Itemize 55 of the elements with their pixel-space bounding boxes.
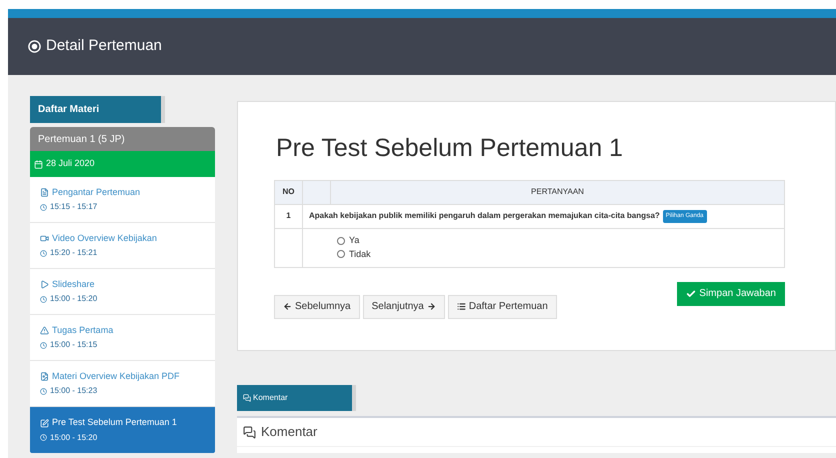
clock-icon <box>40 434 47 442</box>
quiz-title: Pre Test Sebelum Pertemuan 1 <box>275 133 624 164</box>
answer-option[interactable]: Ya <box>337 234 784 248</box>
item-title: Pre Test Sebelum Pertemuan 1 <box>52 416 177 430</box>
clock-icon <box>40 250 47 257</box>
nav-button[interactable]: Selanjutnya <box>362 294 445 318</box>
item-time: 15:00 - 15:23 <box>50 385 98 398</box>
list-icon <box>456 302 466 311</box>
video-icon <box>40 234 49 243</box>
target-icon <box>28 40 41 53</box>
clock-icon <box>40 204 47 211</box>
edit-icon <box>40 418 49 428</box>
item-time: 15:15 - 15:17 <box>50 201 98 214</box>
file-icon <box>40 372 49 381</box>
question-text: Apakah kebijakan publik memiliki pengaruh dalam pergerakan memajukan cita-cita bangsa? <box>309 210 660 222</box>
column-header: NO <box>274 180 302 204</box>
nav-button[interactable]: Daftar Pertemuan <box>448 294 557 318</box>
item-title: Slideshare <box>52 278 95 291</box>
radio-button[interactable] <box>337 236 345 245</box>
item-title: Tugas Pertama <box>52 324 114 337</box>
warning-icon <box>40 326 49 335</box>
arrow-left-icon <box>283 302 292 311</box>
item-time: 15:00 - 15:20 <box>50 432 98 444</box>
radio-button[interactable] <box>337 250 345 258</box>
clock-icon <box>40 388 47 395</box>
column-header: PERTANYAAN <box>330 180 784 204</box>
question-number: 1 <box>274 204 302 228</box>
item-time: 15:00 - 15:20 <box>50 293 98 306</box>
option-label: Ya <box>349 234 360 247</box>
section-header: Pertemuan 1 (5 JP) <box>30 127 215 151</box>
item-title: Materi Overview Kebijakan PDF <box>52 370 180 383</box>
document-icon <box>40 188 49 197</box>
check-icon <box>686 288 696 298</box>
play-icon <box>40 280 49 289</box>
item-time: 15:00 - 15:15 <box>50 339 98 352</box>
chat-icon <box>243 426 256 438</box>
sidebar-tab[interactable]: Daftar Materi <box>30 96 165 123</box>
session-date: 28 Juli 2020 <box>46 157 95 170</box>
clock-icon <box>40 296 47 303</box>
tab-label: Komentar <box>253 392 288 404</box>
answer-option[interactable]: Tidak <box>337 248 784 261</box>
nav-button[interactable]: Sebelumnya <box>274 294 360 318</box>
material-item[interactable]: Pre Test Sebelum Pertemuan 1 15:00 - 15:20 <box>30 407 215 453</box>
item-time: 15:20 - 15:21 <box>50 247 98 260</box>
clock-icon <box>40 342 47 349</box>
chat-icon <box>243 394 251 402</box>
page-title: Detail Pertemuan <box>46 36 162 56</box>
comments-title: Komentar <box>261 423 318 442</box>
option-label: Tidak <box>349 248 371 260</box>
item-title: Video Overview Kebijakan <box>52 232 157 245</box>
save-answer-button[interactable]: Simpan Jawaban <box>677 282 785 306</box>
calendar-icon <box>34 160 43 168</box>
comments-tab[interactable]: Komentar <box>237 385 356 411</box>
arrow-right-icon <box>426 302 436 311</box>
item-title: Pengantar Pertemuan <box>52 186 140 199</box>
